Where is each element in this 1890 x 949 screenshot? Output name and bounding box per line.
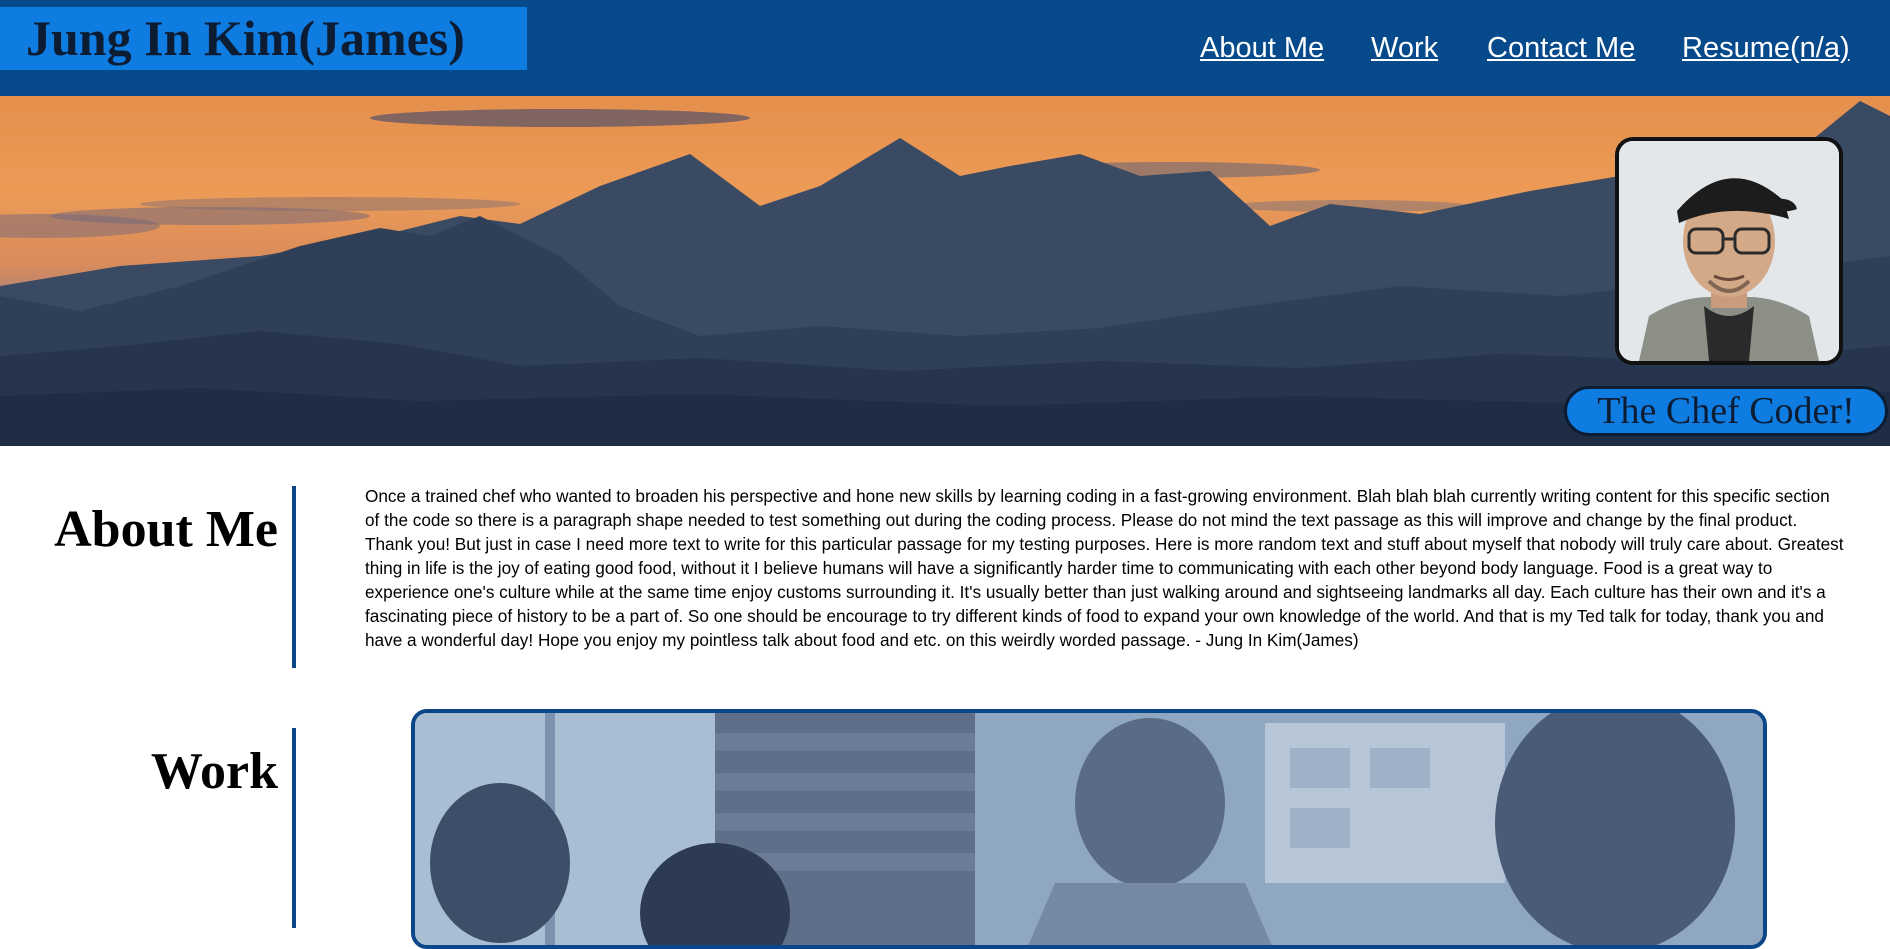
about-divider — [292, 486, 296, 668]
work-divider — [292, 728, 296, 928]
header: Jung In Kim(James) About Me Work Contact… — [0, 0, 1890, 96]
nav-link-resume[interactable]: Resume(n/a) — [1682, 28, 1850, 68]
team-meeting-photo — [415, 713, 1763, 945]
work-heading: Work — [150, 743, 278, 800]
about-paragraph: Once a trained chef who wanted to broade… — [365, 486, 1844, 650]
work-image — [411, 709, 1767, 949]
nav-link-about-me[interactable]: About Me — [1200, 28, 1324, 68]
nav-link-contact-me[interactable]: Contact Me — [1487, 28, 1635, 68]
about-heading: About Me — [54, 501, 278, 558]
site-title: Jung In Kim(James) — [0, 7, 527, 70]
hero-banner: The Chef Coder! — [0, 96, 1890, 446]
avatar — [1615, 137, 1843, 365]
nav-link-work[interactable]: Work — [1371, 28, 1438, 68]
profile-photo — [1619, 141, 1839, 361]
tagline-badge: The Chef Coder! — [1564, 386, 1888, 436]
